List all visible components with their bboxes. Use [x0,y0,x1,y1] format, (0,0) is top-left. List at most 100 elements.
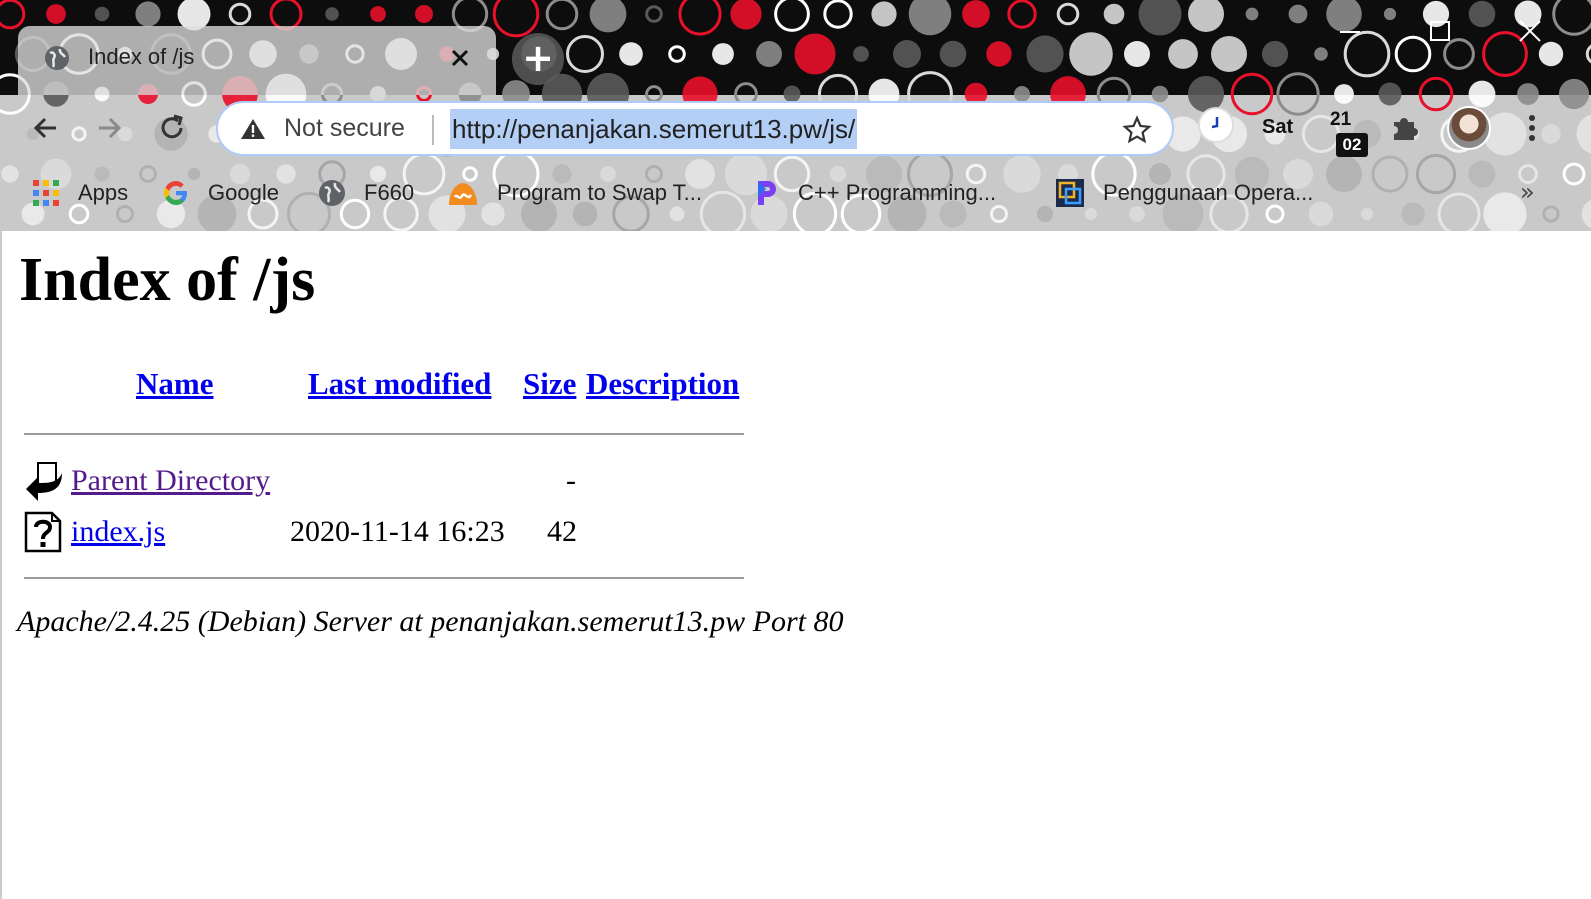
theme-dot [823,0,853,29]
theme-dot [135,1,161,27]
theme-dot [1007,0,1037,29]
bookmark-label: Apps [78,180,129,205]
theme-dot [1468,0,1496,28]
theme-dot [1211,36,1247,72]
theme-dot [589,0,627,33]
back-button[interactable] [26,108,66,148]
kebab-menu-icon[interactable] [1519,110,1545,146]
clock-extension-icon[interactable] [1198,107,1234,143]
theme-dot [678,0,722,36]
warning-icon [241,119,265,139]
window-close-button[interactable] [1510,14,1550,50]
theme-dot [619,42,643,66]
tab-close-button[interactable] [444,42,476,74]
parent-directory-link[interactable]: Parent Directory [71,464,270,498]
theme-dot [566,35,604,73]
clock-icon [1211,117,1219,129]
theme-dot [1585,44,1591,64]
theme-dot [1552,0,1591,36]
plus-icon: + [522,36,554,80]
theme-dot [794,33,836,75]
new-tab-button[interactable]: + [512,33,564,85]
theme-dot [1188,0,1224,32]
divider [24,433,744,435]
security-status-label[interactable]: Not secure [284,114,405,143]
date-extension-top[interactable]: 21 [1330,109,1351,131]
theme-dot [46,4,66,24]
theme-dot [1103,3,1125,25]
theme-dot [1261,40,1289,68]
bookmark-program-swap[interactable]: Program to Swap T... [447,168,702,218]
page-title: Index of /js [19,246,316,314]
site-icon [1056,179,1084,207]
close-icon [451,49,469,67]
profile-avatar[interactable] [1447,106,1491,150]
address-bar[interactable]: Not secure http://penanjakan.semerut13.p… [216,101,1174,156]
row-last-modified: 2020-11-14 16:23 [290,515,505,548]
theme-dot [1558,78,1590,110]
row-size: 42 [547,515,577,548]
tab-active[interactable]: Index of /js [18,26,496,95]
theme-dot [1418,76,1454,112]
column-header-last-modified[interactable]: Last modified [308,366,491,402]
theme-dot [939,40,967,68]
tab-title: Index of /js [88,44,195,69]
theme-dot [1069,32,1113,76]
theme-dot [908,0,952,36]
column-header-size[interactable]: Size [523,366,576,402]
forward-button[interactable] [89,108,129,148]
bookmark-star-icon[interactable] [1122,115,1152,145]
theme-dot [1334,84,1354,104]
column-header-name[interactable]: Name [136,366,213,402]
theme-dot [228,2,252,26]
page-content: Index of /js Name Last modified Size Des… [0,231,1591,899]
theme-dot [492,0,540,38]
theme-dot [1230,72,1274,116]
theme-dot [415,5,433,23]
theme-dot [1168,39,1198,69]
theme-dot [1026,35,1064,73]
theme-dot [1314,47,1328,61]
theme-dot [325,7,339,21]
bookmark-label: Penggunaan Opera... [1103,180,1314,205]
theme-dot [1056,2,1080,26]
theme-dot [269,0,303,31]
maximize-button[interactable] [1420,14,1460,50]
globe-icon [319,180,345,206]
theme-dot [1124,41,1150,67]
file-link-index-js[interactable]: index.js [71,515,165,549]
theme-dot [668,45,686,63]
minimize-button[interactable] [1330,14,1370,50]
site-icon [449,183,477,205]
bookmark-label: C++ Programming... [798,180,997,205]
theme-dot [645,85,663,103]
apps-grid-icon [33,180,59,206]
bookmark-f660[interactable]: F660 [318,168,414,218]
theme-dot [986,41,1012,67]
reload-button[interactable] [152,108,192,148]
theme-dot [1014,86,1030,102]
bookmarks-overflow-chevron-icon[interactable]: » [1520,178,1535,206]
theme-dot [0,0,26,30]
theme-dot [962,0,990,28]
theme-dot [1138,0,1182,36]
day-extension[interactable]: Sat [1262,116,1293,139]
bookmarks-bar: Apps Google F660 Program to Swap T... C+… [0,168,1591,218]
globe-icon [45,46,69,70]
theme-dot [1245,7,1259,21]
theme-dot [1276,72,1320,116]
column-header-description[interactable]: Description [586,366,739,402]
row-size: - [566,464,576,497]
theme-dot [545,0,579,31]
unknown-file-icon [24,511,62,553]
bookmark-penggunaan-opera[interactable]: Penggunaan Opera... [1055,168,1313,218]
theme-dot [1288,4,1308,24]
bookmark-cpp-programming[interactable]: C++ Programming... [752,168,996,218]
bookmark-apps[interactable]: Apps [32,168,128,218]
extensions-puzzle-icon[interactable] [1388,110,1422,144]
date-extension-badge[interactable]: 02 [1336,133,1368,157]
url-text[interactable]: http://penanjakan.semerut13.pw/js/ [450,109,858,149]
theme-dot [94,6,110,22]
bookmark-google[interactable]: Google [162,168,279,218]
theme-dot [1517,83,1539,105]
